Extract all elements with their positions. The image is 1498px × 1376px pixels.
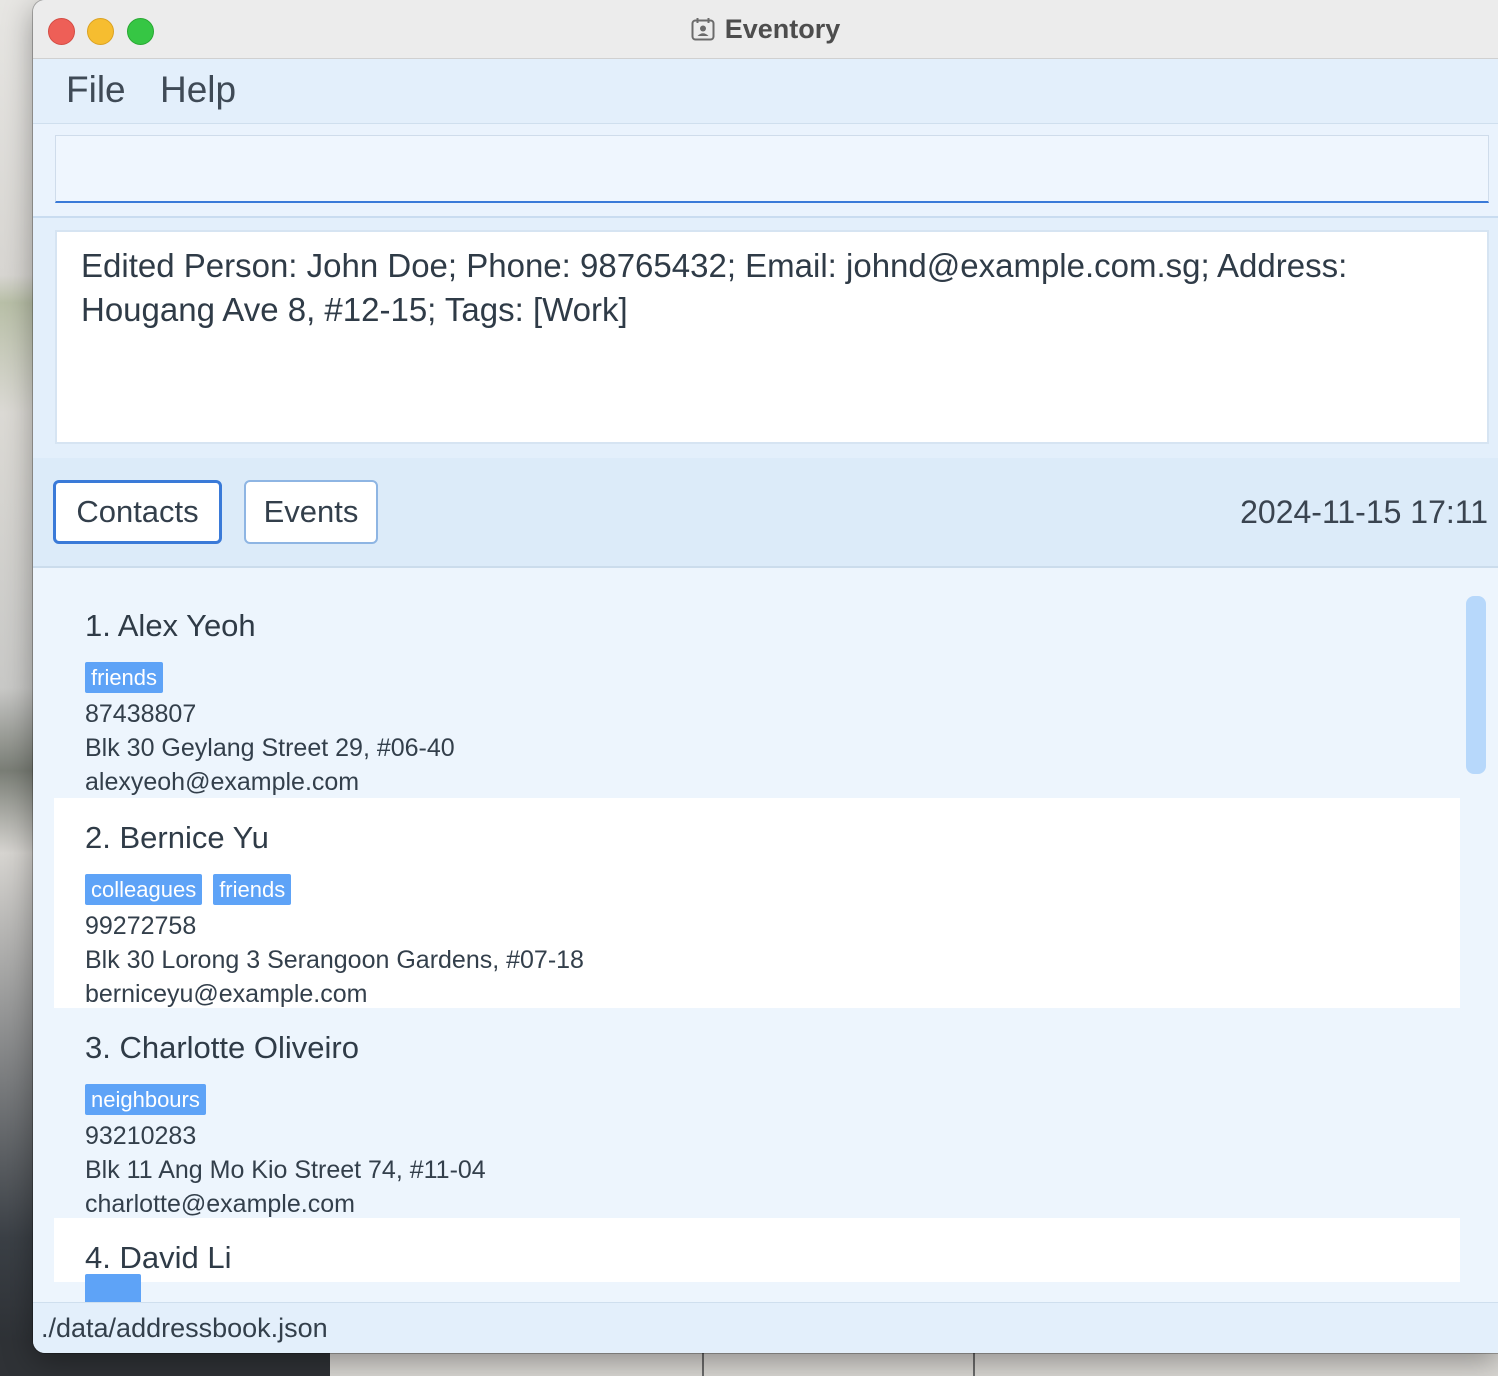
result-display: Edited Person: John Doe; Phone: 98765432… — [55, 230, 1489, 444]
result-display-area: Edited Person: John Doe; Phone: 98765432… — [33, 218, 1498, 458]
calendar-contact-icon — [691, 18, 715, 41]
contact-email: berniceyu@example.com — [85, 980, 368, 1008]
window-title-group: Eventory — [33, 14, 1498, 45]
contact-name: 3. Charlotte Oliveiro — [85, 1030, 359, 1065]
title-bar: Eventory — [33, 0, 1498, 59]
contact-card[interactable]: 1. Alex Yeoh friends 87438807 Blk 30 Gey… — [54, 586, 1460, 796]
status-bar: ./data/addressbook.json — [33, 1302, 1498, 1353]
command-box-area — [33, 124, 1498, 218]
contact-tags — [85, 1274, 152, 1302]
contact-tag: friends — [213, 874, 292, 905]
contact-tags: friends — [85, 662, 174, 693]
window-title: Eventory — [724, 14, 841, 44]
contact-card[interactable]: 2. Bernice Yu colleagues friends 99272758… — [54, 798, 1460, 1008]
contact-email: charlotte@example.com — [85, 1190, 355, 1218]
list-scrollbar[interactable] — [1466, 596, 1486, 774]
tab-bar: Contacts Events 2024-11-15 17:11 — [33, 458, 1498, 568]
contact-tags: colleagues friends — [85, 874, 302, 905]
contact-tag: friends — [85, 662, 164, 693]
contact-tags: neighbours — [85, 1084, 217, 1115]
contact-name: 2. Bernice Yu — [85, 820, 269, 855]
contact-address: Blk 30 Lorong 3 Serangoon Gardens, #07-1… — [85, 946, 584, 974]
contact-phone: 99272758 — [85, 912, 197, 940]
contact-address: Blk 11 Ang Mo Kio Street 74, #11-04 — [85, 1156, 486, 1184]
contact-name: 1. Alex Yeoh — [85, 608, 256, 643]
contact-tag: colleagues — [85, 874, 203, 905]
contact-card[interactable]: 3. Charlotte Oliveiro neighbours 9321028… — [54, 1008, 1460, 1218]
tab-events[interactable]: Events — [244, 480, 378, 544]
contact-address: Blk 30 Geylang Street 29, #06-40 — [85, 734, 455, 762]
clock-display: 2024-11-15 17:11 — [1240, 494, 1488, 530]
contact-tag — [85, 1274, 141, 1302]
contact-name: 4. David Li — [85, 1240, 232, 1275]
menu-bar: File Help — [33, 59, 1498, 124]
command-input[interactable] — [55, 135, 1489, 203]
contact-phone: 93210283 — [85, 1122, 197, 1150]
contact-email: alexyeoh@example.com — [85, 768, 360, 796]
contact-card[interactable]: 4. David Li — [54, 1218, 1460, 1302]
contact-phone: 87438807 — [85, 700, 197, 728]
save-file-path: ./data/addressbook.json — [41, 1313, 328, 1343]
contact-list[interactable]: 1. Alex Yeoh friends 87438807 Blk 30 Gey… — [33, 568, 1498, 1302]
tab-contacts[interactable]: Contacts — [53, 480, 222, 544]
app-window: Eventory File Help Edited Person: John D… — [33, 0, 1498, 1353]
menu-help[interactable]: Help — [160, 69, 236, 111]
contact-tag: neighbours — [85, 1084, 206, 1115]
menu-file[interactable]: File — [66, 69, 126, 111]
